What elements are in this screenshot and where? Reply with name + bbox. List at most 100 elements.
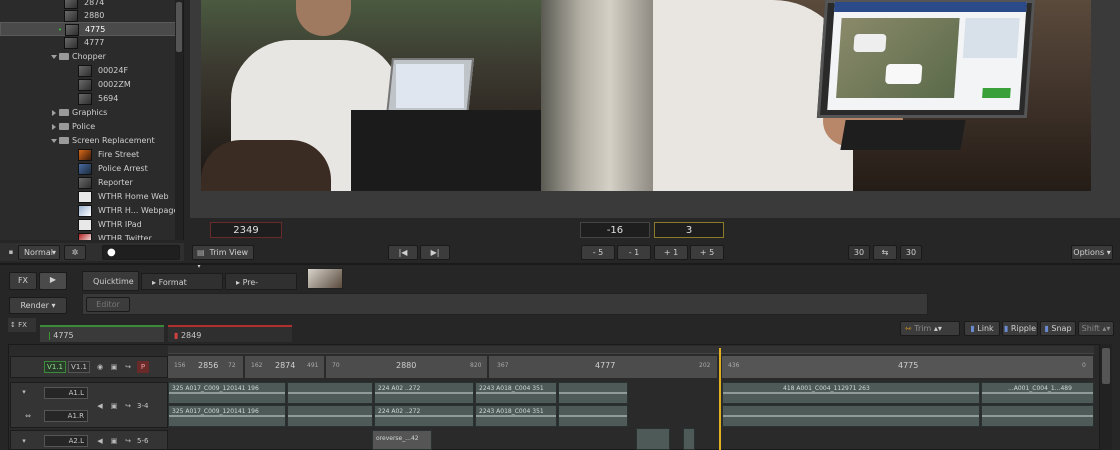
link-icon[interactable]: ⇔ <box>23 411 33 421</box>
timeline-scrollbar[interactable] <box>1100 344 1112 450</box>
audio-clip[interactable] <box>636 428 670 450</box>
render-button[interactable]: Render ▾ <box>9 297 67 314</box>
list-item[interactable]: Police Arrest <box>0 162 176 176</box>
audio-clip[interactable] <box>722 405 980 427</box>
audio-clip[interactable]: 2243 A018_C004 351 <box>475 382 557 404</box>
chevron-right-icon[interactable] <box>52 110 56 116</box>
audio-clip[interactable]: ...A001_C004_1...489 <box>981 382 1094 404</box>
video-segment[interactable]: 436 4775 0 <box>722 356 1094 378</box>
audio-clip[interactable] <box>683 428 695 450</box>
prev-edit-button[interactable]: |◀ <box>388 245 418 260</box>
tab-pre-processing[interactable]: ▸ Pre-Processing <box>225 273 297 304</box>
next-edit-button[interactable]: ▶| <box>420 245 450 260</box>
playhead[interactable] <box>719 348 721 450</box>
segment-in: 70 <box>332 362 340 369</box>
video-segment[interactable]: 367 4777 202 <box>489 356 718 378</box>
audio-clip[interactable] <box>558 382 628 404</box>
video-segment[interactable]: 162 2874 491 <box>245 356 325 378</box>
video-segment[interactable]: 70 2880 820 <box>326 356 488 378</box>
swap-button[interactable]: ⇆ <box>873 245 897 260</box>
list-item[interactable]: WTHR Home Web <box>0 190 176 204</box>
audio-clip-reverse[interactable]: oreverse_...42 <box>372 430 432 450</box>
list-item[interactable]: 5694 <box>0 92 176 106</box>
list-item-selected[interactable]: • 4775 <box>0 22 176 36</box>
shift-select[interactable]: Shift ▴▾ <box>1078 321 1114 336</box>
list-item[interactable]: WTHR Twitter <box>0 232 176 240</box>
audio-routing[interactable]: 3-4 <box>137 402 148 410</box>
sync-icon[interactable]: ↪ <box>123 401 133 411</box>
track-a1r[interactable]: A1.R <box>44 410 88 422</box>
timeline-ruler[interactable] <box>168 346 1094 354</box>
video-segment[interactable]: 156 2856 72 <box>168 356 244 378</box>
fx-play-button[interactable]: ▶ <box>39 272 67 290</box>
list-item[interactable]: 0002ZM <box>0 78 176 92</box>
list-item[interactable]: 4777 <box>0 36 176 50</box>
audio-clip[interactable]: 418 A001_C004_112971 263 <box>722 382 980 404</box>
tab-quicktime[interactable]: Quicktime <box>82 271 139 291</box>
audio-clip[interactable] <box>287 382 373 404</box>
chevron-right-icon[interactable] <box>52 124 56 130</box>
link-toggle[interactable]: ▮ Link <box>964 321 1000 336</box>
tab-format-options[interactable]: ▸ Format Options <box>141 273 223 304</box>
folder-item[interactable]: Police <box>0 120 176 134</box>
priority-button[interactable]: P <box>137 361 149 373</box>
track-source-v1[interactable]: V1.1 <box>68 361 90 373</box>
folder-item[interactable]: Chopper <box>0 50 176 64</box>
trim-view-select[interactable]: ▤ Trim View ▾ <box>192 245 254 270</box>
chevron-down-icon[interactable] <box>51 55 57 59</box>
eye-icon[interactable]: ◉ <box>95 362 105 372</box>
offset-left-timecode[interactable]: -16 <box>580 222 650 238</box>
nudge-plus-5-button[interactable]: + 5 <box>690 245 724 260</box>
nudge-plus-1-button[interactable]: + 1 <box>654 245 688 260</box>
fx-button[interactable]: FX <box>9 272 37 290</box>
chevron-down-icon[interactable]: ▾ <box>19 387 29 397</box>
audio-clip[interactable]: 325 A017_C009_120141 196 <box>168 405 286 427</box>
track-target-v1[interactable]: V1.1 <box>44 361 66 373</box>
browser-scrollbar[interactable] <box>175 0 183 240</box>
audio-clip[interactable] <box>558 405 628 427</box>
chevron-down-icon[interactable] <box>51 139 57 143</box>
audio-routing[interactable]: 5-6 <box>137 437 148 445</box>
audio-clip[interactable]: 2243 A018_C004 351 <box>475 405 557 427</box>
chevron-down-icon[interactable]: ▾ <box>19 436 29 446</box>
trim-mode-select[interactable]: ⇿ Trim ▴▾ <box>900 321 960 336</box>
sync-icon[interactable]: ↪ <box>123 362 133 372</box>
track-a1l[interactable]: A1.L <box>44 387 88 399</box>
ripple-toggle[interactable]: ▮ Ripple <box>1002 321 1038 336</box>
audio-clip[interactable] <box>981 405 1094 427</box>
fps-right-field[interactable]: 30 <box>900 245 922 260</box>
track-a2l[interactable]: A2.L <box>44 435 88 447</box>
options-button[interactable]: Options ▾ <box>1071 245 1113 260</box>
left-timecode[interactable]: 2349 <box>210 222 282 238</box>
settings-dropdown[interactable]: ✲ <box>64 245 86 260</box>
timeline-tab-2849[interactable]: ▮ 2849 <box>168 325 292 342</box>
nudge-minus-5-button[interactable]: - 5 <box>581 245 615 260</box>
list-item[interactable]: 00024F <box>0 64 176 78</box>
audio-clip[interactable]: 325 A017_C009_120141 196 <box>168 382 286 404</box>
list-item[interactable]: 2880 <box>0 9 176 23</box>
offset-right-timecode[interactable]: 3 <box>654 222 724 238</box>
snap-toggle[interactable]: ▮ Snap <box>1040 321 1076 336</box>
speaker-icon[interactable]: ◀ <box>95 436 105 446</box>
timeline-tab-4775[interactable]: | 4775 <box>40 325 164 342</box>
preview-slider[interactable]: ● <box>102 245 180 260</box>
nudge-minus-1-button[interactable]: - 1 <box>617 245 651 260</box>
lock-icon[interactable]: ▣ <box>109 401 119 411</box>
audio-clip[interactable]: 224 A02 ..272 <box>374 382 474 404</box>
editor-button[interactable]: Editor <box>86 297 130 312</box>
list-item[interactable]: WTHR IPad <box>0 218 176 232</box>
audio-clip[interactable]: 224 A02 ..272 <box>374 405 474 427</box>
audio-clip[interactable] <box>287 405 373 427</box>
fps-left-field[interactable]: 30 <box>848 245 870 260</box>
lock-icon[interactable]: ▣ <box>109 362 119 372</box>
fx-toggle[interactable]: ↕ FX <box>8 318 36 332</box>
list-item[interactable]: Fire Street <box>0 148 176 162</box>
folder-item[interactable]: Screen Replacement <box>0 134 176 148</box>
speaker-icon[interactable]: ◀ <box>95 401 105 411</box>
list-item[interactable]: WTHR H... Webpage <box>0 204 178 218</box>
sync-icon[interactable]: ↪ <box>123 436 133 446</box>
list-item[interactable]: Reporter <box>0 176 176 190</box>
lock-icon[interactable]: ▣ <box>109 436 119 446</box>
folder-item[interactable]: Graphics <box>0 106 176 120</box>
blend-mode-select[interactable]: Normal ▾ <box>18 245 60 260</box>
